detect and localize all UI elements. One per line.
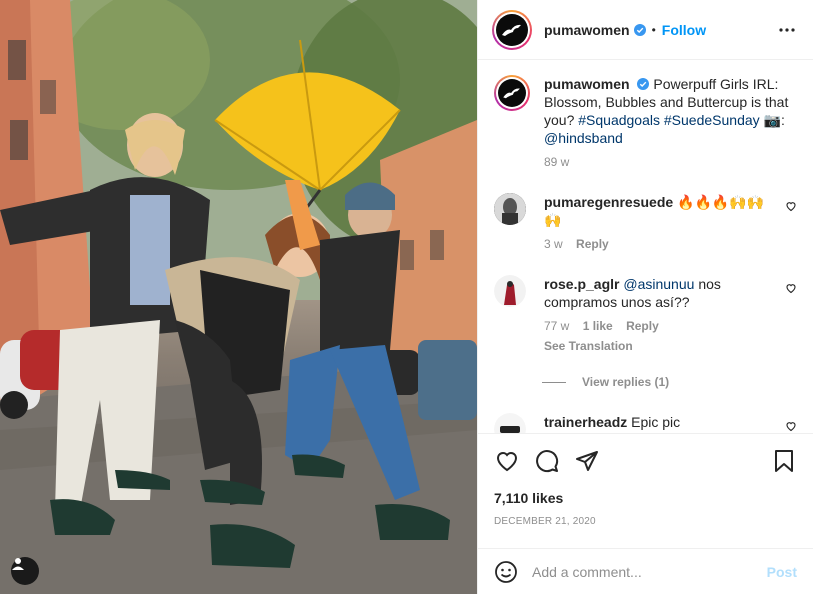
hashtag-squadgoals[interactable]: #Squadgoals: [578, 112, 660, 128]
comment-age: 77 w: [544, 319, 570, 333]
reply-button[interactable]: Reply: [576, 237, 609, 251]
comment-item: trainerheadz Epic pic: [494, 413, 797, 433]
comment-username[interactable]: rose.p_aglr: [544, 276, 619, 292]
camera-emoji: 📷:: [763, 112, 785, 128]
post-date: DECEMBER 21, 2020: [494, 516, 596, 527]
view-replies-label: View replies (1): [582, 375, 670, 389]
puma-logo-icon: [502, 24, 521, 36]
post-photo[interactable]: [0, 0, 477, 594]
comment-item: rose.p_aglr @asinunuu nos compramos unos…: [494, 275, 797, 355]
add-comment-bar: Post: [478, 548, 813, 594]
see-translation-link[interactable]: See Translation: [544, 337, 771, 355]
comment-username[interactable]: trainerheadz: [544, 414, 627, 430]
comments-list[interactable]: pumawomen Powerpuff Girls IRL: Blossom, …: [478, 61, 813, 433]
caption: pumawomen Powerpuff Girls IRL: Blossom, …: [494, 75, 797, 171]
comment-age: 3 w: [544, 237, 563, 251]
comment-bubble-icon[interactable]: [534, 448, 560, 474]
verified-badge-icon: [637, 78, 650, 90]
like-comment-icon[interactable]: [785, 282, 797, 294]
caption-age: 89 w: [544, 155, 570, 169]
verified-badge-icon: [633, 23, 646, 36]
comment-item: pumaregenresuede 🔥🔥🔥🙌🙌 🙌 3 w Reply: [494, 193, 797, 253]
comment-username[interactable]: pumaregenresuede: [544, 194, 673, 210]
emoji-icon[interactable]: [494, 560, 518, 584]
share-paper-plane-icon[interactable]: [574, 448, 600, 474]
comment-avatar[interactable]: [494, 275, 526, 307]
replies-divider: [542, 381, 566, 383]
post-header: pumawomen • Follow: [478, 0, 813, 60]
comment-avatar[interactable]: [494, 413, 526, 433]
post-side-panel: pumawomen • Follow pumawomen Powerpuff G…: [477, 0, 813, 594]
post-actions: 7,110 likes DECEMBER 21, 2020: [478, 433, 813, 527]
tagged-user-icon[interactable]: [11, 557, 39, 585]
mention-hindsband[interactable]: @hindsband: [544, 130, 623, 146]
save-bookmark-icon[interactable]: [771, 448, 797, 474]
like-comment-icon[interactable]: [785, 420, 797, 432]
reply-button[interactable]: Reply: [626, 319, 659, 333]
like-heart-icon[interactable]: [494, 448, 520, 474]
header-username[interactable]: pumawomen: [544, 22, 630, 38]
view-replies-button[interactable]: View replies (1): [542, 375, 797, 389]
post-comment-button[interactable]: Post: [767, 564, 797, 580]
more-options-icon[interactable]: [775, 18, 799, 42]
comment-text: Epic pic: [631, 414, 681, 430]
caption-avatar[interactable]: [494, 75, 530, 111]
follow-button[interactable]: Follow: [662, 22, 706, 38]
instagram-post: pumawomen • Follow pumawomen Powerpuff G…: [0, 0, 813, 594]
comment-input[interactable]: [532, 563, 767, 580]
caption-username[interactable]: pumawomen: [544, 76, 630, 92]
likes-count[interactable]: 7,110 likes: [494, 490, 797, 506]
photo-illustration: [0, 0, 477, 594]
comment-avatar[interactable]: [494, 193, 526, 225]
puma-logo-icon: [503, 88, 520, 99]
hashtag-suedesunday[interactable]: #SuedeSunday: [664, 112, 760, 128]
header-separator: •: [651, 22, 656, 37]
comment-likes[interactable]: 1 like: [583, 319, 613, 333]
avatar[interactable]: [492, 9, 532, 50]
mention-asinunuu[interactable]: @asinunuu: [623, 276, 694, 292]
like-comment-icon[interactable]: [785, 200, 797, 212]
